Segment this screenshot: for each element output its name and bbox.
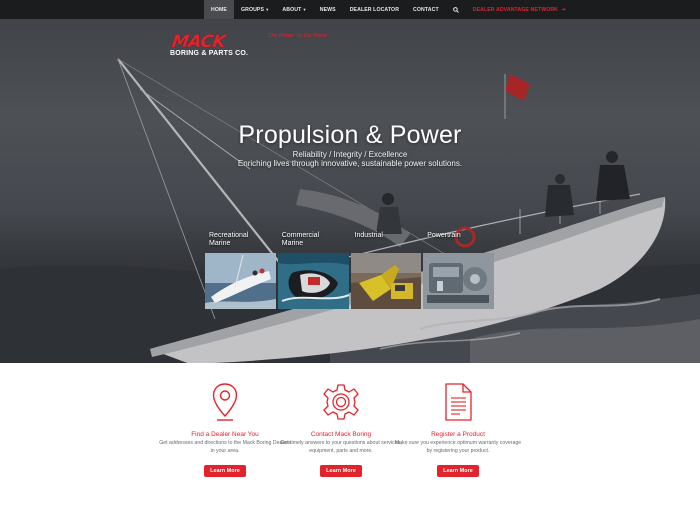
tile-label-line2: Marine <box>281 240 304 247</box>
recreational-marine-image <box>205 253 276 309</box>
logo-subtitle: BORING & PARTS CO. <box>170 50 249 57</box>
nav-item-about[interactable]: ABOUT ▾ <box>275 0 312 19</box>
hero-banner: MACK BORING & PARTS CO. The Power To Go … <box>0 19 700 363</box>
document-icon <box>445 383 472 421</box>
dealer-advantage-network-link[interactable]: DEALER ADVANTAGE NETWORK ➜ <box>466 0 573 19</box>
nav-menu: HOME GROUPS ▾ ABOUT ▾ NEWS DEALER LOCATOR … <box>204 0 573 19</box>
map-pin-icon <box>212 383 238 421</box>
powertrain-image <box>423 253 494 309</box>
nav-item-label: GROUPS <box>240 6 265 13</box>
tile-label-line1: Powertrain <box>427 232 461 239</box>
tile-commercial-marine[interactable]: Commercial Marine <box>277 232 349 309</box>
nav-item-label: NEWS <box>319 6 336 13</box>
nav-item-home[interactable]: HOME <box>204 0 234 19</box>
feature-title[interactable]: Register a Product <box>388 431 528 438</box>
nav-item-dealer-locator[interactable]: DEALER LOCATOR <box>343 0 406 19</box>
chevron-down-icon: ▾ <box>303 6 306 12</box>
hero-values: Reliability / Integrity / Excellence <box>292 150 408 159</box>
search-icon <box>452 6 459 13</box>
top-navigation-bar: HOME GROUPS ▾ ABOUT ▾ NEWS DEALER LOCATOR … <box>0 0 700 19</box>
tile-powertrain[interactable]: Powertrain <box>423 232 494 309</box>
features-section: Find a Dealer Near You Get addresses and… <box>0 363 700 519</box>
commercial-marine-image <box>277 253 349 309</box>
brand-tagline: The Power To Go There <box>268 33 327 39</box>
tile-industrial[interactable]: Industrial <box>350 232 422 309</box>
nav-item-label: ABOUT <box>282 6 302 13</box>
nav-item-groups[interactable]: GROUPS ▾ <box>234 0 275 19</box>
logo-wordmark: MACK <box>170 32 227 52</box>
nav-item-contact[interactable]: CONTACT <box>406 0 446 19</box>
tile-label-line1: Industrial <box>354 232 383 239</box>
nav-search-button[interactable] <box>446 0 466 19</box>
exit-icon: ➜ <box>561 6 566 13</box>
learn-more-button[interactable]: Learn More <box>204 465 246 477</box>
learn-more-button[interactable]: Learn More <box>320 465 362 477</box>
nav-item-label: DEALER LOCATOR <box>349 6 400 13</box>
chevron-down-icon: ▾ <box>266 6 269 12</box>
hero-overlay <box>0 19 700 363</box>
feature-description: Make sure you experience optimum warrant… <box>394 440 522 454</box>
learn-more-button[interactable]: Learn More <box>437 465 479 477</box>
dealer-link-label: DEALER ADVANTAGE NETWORK <box>472 6 559 13</box>
industrial-image <box>350 253 422 309</box>
hero-title: Propulsion & Power <box>238 121 462 149</box>
tile-label-line1: Commercial <box>281 232 320 239</box>
nav-item-label: HOME <box>211 6 227 13</box>
tile-label-line2: Marine <box>209 240 231 247</box>
tile-recreational-marine[interactable]: Recreational Marine <box>205 232 276 309</box>
tile-label: Recreational Marine <box>209 232 248 248</box>
gear-icon <box>323 384 359 420</box>
tile-label: Commercial Marine <box>282 232 319 248</box>
tile-label: Industrial <box>355 232 383 240</box>
nav-item-news[interactable]: NEWS <box>313 0 343 19</box>
tile-label: Powertrain <box>427 232 460 240</box>
market-tiles: Recreational Marine Commercial Marine In… <box>205 232 494 309</box>
mack-boring-logo[interactable]: MACK BORING & PARTS CO. <box>170 32 270 62</box>
tile-label-line1: Recreational <box>209 232 249 239</box>
hero-mission: Enriching lives through innovative, sust… <box>237 159 463 168</box>
nav-item-label: CONTACT <box>413 6 439 13</box>
feature-register-product: Register a Product Make sure you experie… <box>388 363 528 477</box>
